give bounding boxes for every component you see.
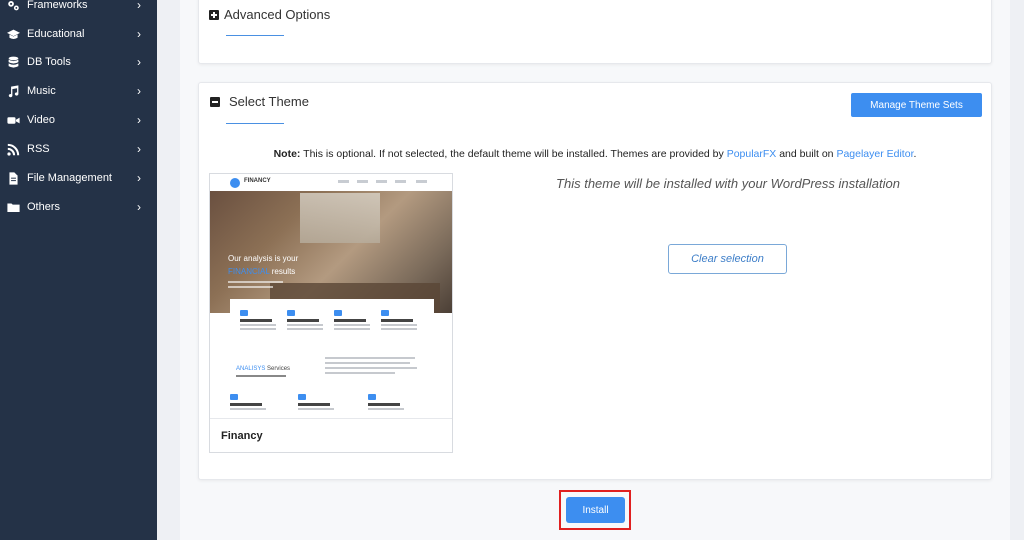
plus-square-icon <box>209 9 219 20</box>
hero-window <box>300 193 380 243</box>
chevron-right-icon: › <box>137 142 141 156</box>
chevron-right-icon: › <box>137 55 141 69</box>
select-theme-title: Select Theme <box>229 94 309 109</box>
thumb-section-rest: Services <box>265 366 291 372</box>
theme-thumbnail-financy[interactable]: FINANCY Our analysis is your FINANCIAL r… <box>209 173 453 453</box>
advanced-options-title: Advanced Options <box>224 7 331 22</box>
sidebar-item-label: File Management <box>27 172 112 184</box>
popularfx-link[interactable]: PopularFX <box>727 148 777 160</box>
graduation-cap-icon <box>6 27 20 41</box>
folder-icon <box>6 200 20 214</box>
thumb-navbar: FINANCY <box>210 174 452 191</box>
hero-line <box>228 286 273 288</box>
clear-selection-button[interactable]: Clear selection <box>668 244 787 274</box>
thumb-menu-item <box>416 180 427 183</box>
chevron-right-icon: › <box>137 113 141 127</box>
theme-name: Financy <box>221 430 263 442</box>
sidebar-item-label: Music <box>27 85 56 97</box>
chevron-right-icon: › <box>137 27 141 41</box>
sidebar-item-label: Video <box>27 114 55 126</box>
video-camera-icon <box>6 113 20 127</box>
sidebar-item-label: DB Tools <box>27 56 71 68</box>
thumb-feature <box>368 394 404 410</box>
advanced-options-underline <box>226 35 284 36</box>
note-mid-text: and built on <box>776 148 837 160</box>
thumb-feature <box>298 394 334 410</box>
file-icon <box>6 171 20 185</box>
sidebar-item-db-tools[interactable]: DB Tools › <box>0 50 157 74</box>
thumb-menu-item <box>395 180 406 183</box>
select-theme-underline <box>226 123 284 124</box>
sidebar-item-frameworks[interactable]: Frameworks › <box>0 0 157 17</box>
hero-accent: FINANCIAL <box>228 267 270 276</box>
thumb-menu-item <box>357 180 368 183</box>
thumb-section-subtitle <box>236 375 286 377</box>
hero-headline-2: FINANCIAL results <box>228 267 295 276</box>
hero-headline-1: Our analysis is your <box>228 254 299 263</box>
sidebar-item-file-management[interactable]: File Management › <box>0 166 157 190</box>
sidebar: Frameworks › Educational › DB Tools › Mu… <box>0 0 157 540</box>
thumb-feature <box>381 310 417 330</box>
advanced-options-toggle[interactable]: Advanced Options <box>209 7 330 22</box>
sidebar-item-rss[interactable]: RSS › <box>0 137 157 161</box>
thumb-paragraph-line <box>325 357 415 359</box>
thumb-footer: Financy <box>210 418 452 452</box>
sidebar-item-label: Others <box>27 201 61 213</box>
manage-theme-sets-button[interactable]: Manage Theme Sets <box>851 93 982 117</box>
minus-square-icon <box>210 96 220 107</box>
hero-rest: results <box>269 267 296 276</box>
note-text: This is optional. If not selected, the d… <box>300 148 727 160</box>
thumb-brand: FINANCY <box>244 178 271 184</box>
theme-note: Note: This is optional. If not selected,… <box>198 148 992 160</box>
sidebar-item-video[interactable]: Video › <box>0 108 157 132</box>
install-button[interactable]: Install <box>566 497 625 523</box>
gears-icon <box>6 0 20 12</box>
thumb-paragraph-line <box>325 362 410 364</box>
chevron-right-icon: › <box>137 84 141 98</box>
note-end-text: . <box>913 148 917 160</box>
chevron-right-icon: › <box>137 0 141 12</box>
thumb-feature <box>287 310 323 330</box>
chevron-right-icon: › <box>137 171 141 185</box>
sidebar-item-label: Educational <box>27 28 85 40</box>
thumb-feature <box>230 394 266 410</box>
note-label: Note: <box>273 148 301 160</box>
thumb-feature <box>334 310 370 330</box>
rss-icon <box>6 142 20 156</box>
hero-line <box>228 281 283 283</box>
thumb-feature <box>240 310 276 330</box>
sidebar-item-educational[interactable]: Educational › <box>0 22 157 46</box>
thumb-paragraph-line <box>325 367 417 369</box>
chevron-right-icon: › <box>137 200 141 214</box>
theme-caption: This theme will be installed with your W… <box>556 176 900 191</box>
thumb-section-accent: ANALISYS <box>236 366 266 372</box>
pagelayer-editor-link[interactable]: Pagelayer Editor <box>836 148 913 160</box>
music-note-icon <box>6 84 20 98</box>
thumb-paragraph-line <box>325 372 395 374</box>
thumb-menu-item <box>376 180 387 183</box>
sidebar-item-music[interactable]: Music › <box>0 79 157 103</box>
thumb-section-title: ANALISYS Services <box>236 366 290 372</box>
select-theme-toggle[interactable]: Select Theme <box>210 94 309 109</box>
thumb-hero-image: Our analysis is your FINANCIAL results <box>210 191 452 313</box>
thumb-menu-item <box>338 180 349 183</box>
database-icon <box>6 55 20 69</box>
sidebar-item-label: Frameworks <box>27 0 88 11</box>
thumb-logo-icon <box>230 178 240 188</box>
sidebar-item-label: RSS <box>27 143 50 155</box>
sidebar-item-others[interactable]: Others › <box>0 195 157 219</box>
